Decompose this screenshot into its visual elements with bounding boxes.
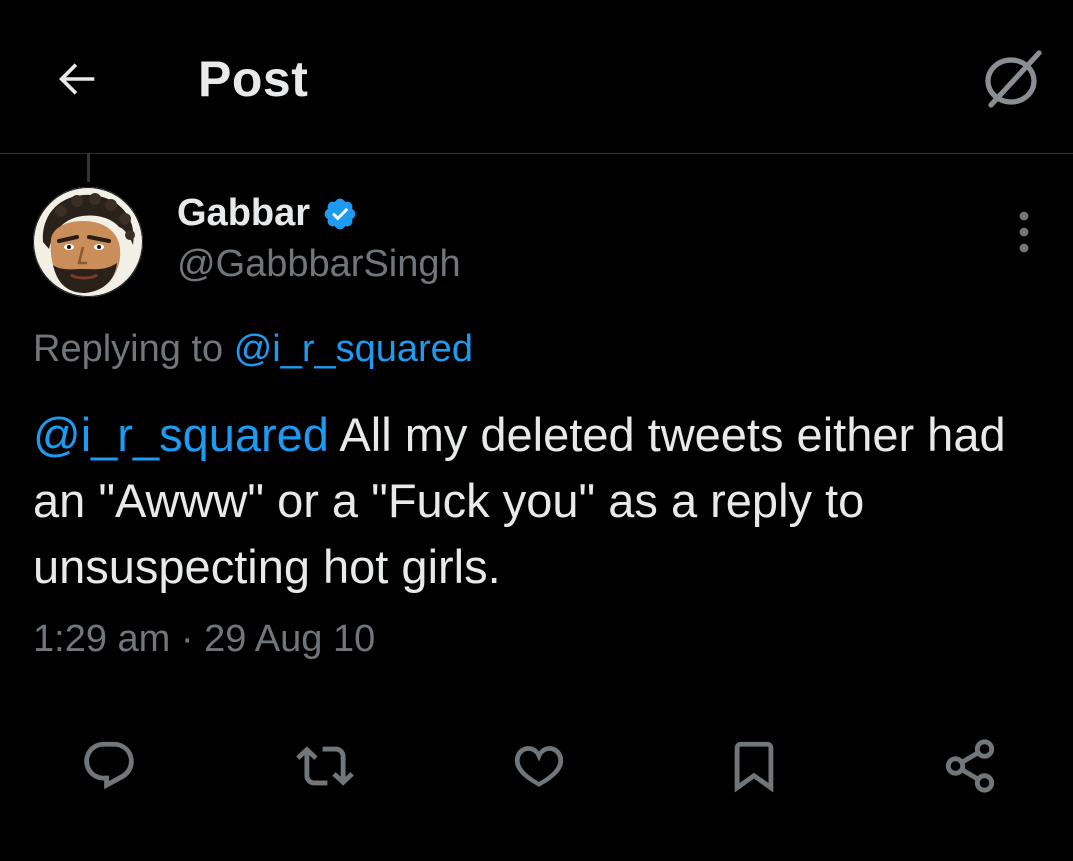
user-handle[interactable]: @GabbbarSingh [177, 243, 461, 286]
replying-to-link[interactable]: @i_r_squared [234, 328, 473, 370]
more-vertical-icon [1019, 211, 1029, 253]
mention-link[interactable]: @i_r_squared [33, 408, 329, 461]
more-options-button[interactable] [1000, 206, 1048, 258]
display-name[interactable]: Gabbar [177, 192, 310, 235]
avatar-image [33, 187, 143, 297]
avatar[interactable] [33, 187, 143, 297]
reply-button[interactable] [77, 734, 141, 798]
post-timestamp[interactable]: 1:29 am · 29 Aug 10 [33, 618, 375, 661]
back-button[interactable] [46, 48, 108, 110]
repost-button[interactable] [293, 734, 357, 798]
grok-button[interactable] [975, 44, 1051, 114]
bookmark-icon [734, 741, 774, 793]
author-name-row[interactable]: Gabbar [177, 192, 358, 235]
replying-to-line: Replying to @i_r_squared [33, 328, 473, 371]
like-button[interactable] [507, 734, 571, 798]
bookmark-button[interactable] [722, 734, 786, 798]
share-button[interactable] [938, 734, 1002, 798]
verified-badge-icon[interactable] [322, 196, 358, 232]
heart-icon [514, 746, 564, 787]
thread-connector [87, 153, 90, 182]
post-screen: Post Gabbar @GabbbarSingh Replying to @i… [0, 0, 1073, 861]
comment-icon [84, 741, 134, 790]
page-title: Post [198, 51, 309, 107]
arrow-left-icon [59, 63, 95, 95]
replying-to-label: Replying to [33, 328, 224, 370]
post-text: @i_r_squared All my deleted tweets eithe… [33, 402, 1043, 600]
share-icon [945, 739, 995, 793]
top-bar: Post [0, 0, 1073, 154]
grok-icon [985, 50, 1042, 108]
repost-icon [296, 746, 354, 786]
